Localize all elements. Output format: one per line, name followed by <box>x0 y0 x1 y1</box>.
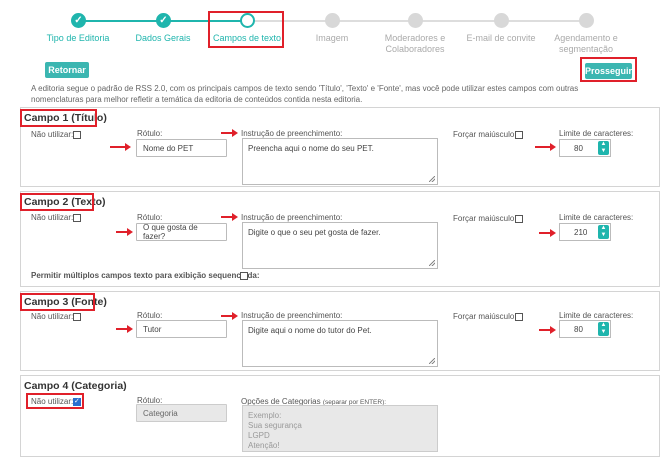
red-arrow-icon <box>116 228 133 236</box>
forcar-label: Forçar maiúsculo: <box>453 214 517 223</box>
rotulo-label: Rótulo: <box>137 311 163 320</box>
instrucao-textarea-2[interactable]: Digite o que o seu pet gosta de fazer. <box>242 222 438 269</box>
red-arrow-icon <box>221 213 238 221</box>
check-icon: ✓ <box>71 13 86 28</box>
highlight-card-title-2 <box>20 193 94 211</box>
limite-label: Limite de caracteres: <box>559 311 634 320</box>
resize-grip-icon[interactable] <box>429 358 435 364</box>
check-icon: ✓ <box>156 13 171 28</box>
step-dot-imagem <box>325 13 340 28</box>
limite-value-2: 210 <box>574 228 588 237</box>
red-arrow-icon <box>116 325 133 333</box>
red-arrow-icon <box>221 312 238 320</box>
nao-utilizar-label: Não utilizar: <box>31 312 74 321</box>
step-label-agendamento: Agendamento e segmentação <box>554 33 618 54</box>
opcoes-textarea[interactable]: Exemplo: Sua segurança LGPD Atenção! <box>242 405 438 452</box>
limite-input-2[interactable]: 210 ▲ ▼ <box>559 223 611 241</box>
limite-input-3[interactable]: 80 ▲ ▼ <box>559 320 611 338</box>
nao-utilizar-checkbox-2[interactable] <box>73 214 81 222</box>
step-label-email: E-mail de convite <box>466 33 536 43</box>
instrucao-textarea-1[interactable]: Preencha aqui o nome do seu PET. <box>242 138 438 185</box>
highlight-card-title-3 <box>20 293 95 311</box>
instrucao-text-1: Preencha aqui o nome do seu PET. <box>248 144 374 153</box>
red-arrow-icon <box>539 229 556 237</box>
red-arrow-icon <box>539 326 556 334</box>
step-dot-agendamento <box>579 13 594 28</box>
multiplos-checkbox[interactable] <box>240 272 248 280</box>
highlight-current-step <box>208 11 284 48</box>
back-button[interactable]: Retornar <box>45 62 89 78</box>
limite-label: Limite de caracteres: <box>559 129 634 138</box>
nao-utilizar-label: Não utilizar: <box>31 130 74 139</box>
instrucao-text-2: Digite o que o seu pet gosta de fazer. <box>248 228 381 237</box>
instrucao-textarea-3[interactable]: Digite aqui o nome do tutor do Pet. <box>242 320 438 367</box>
resize-grip-icon[interactable] <box>429 260 435 266</box>
step-dot-moderadores <box>408 13 423 28</box>
intro-text: A editoria segue o padrão de RSS 2.0, co… <box>31 84 579 104</box>
step-label-tipo[interactable]: Tipo de Editoria <box>33 33 123 44</box>
rotulo-input-3[interactable]: Tutor <box>136 320 227 338</box>
highlight-card-title-1 <box>20 109 97 127</box>
step-label-imagem: Imagem <box>315 33 349 43</box>
rotulo-input-2[interactable]: O que gosta de fazer? <box>136 223 227 241</box>
resize-grip-icon[interactable] <box>429 176 435 182</box>
nao-utilizar-checkbox-3[interactable] <box>73 313 81 321</box>
rotulo-label: Rótulo: <box>137 129 163 138</box>
step-dot-email <box>494 13 509 28</box>
spinner-arrows-icon[interactable]: ▲ ▼ <box>598 225 609 239</box>
forcar-label: Forçar maiúsculo: <box>453 312 517 321</box>
red-arrow-icon <box>110 143 131 151</box>
highlight-next-button <box>580 57 637 82</box>
instrucao-text-3: Digite aqui o nome do tutor do Pet. <box>248 326 372 335</box>
instrucao-label: Instrução de preenchimento: <box>241 213 343 222</box>
rotulo-input-1[interactable]: Nome do PET <box>136 139 227 157</box>
rotulo-input-4[interactable]: Categoria <box>136 404 227 422</box>
spinner-arrows-icon[interactable]: ▲ ▼ <box>598 141 609 155</box>
nao-utilizar-label: Não utilizar: <box>31 213 74 222</box>
limite-label: Limite de caracteres: <box>559 213 634 222</box>
limite-value-1: 80 <box>574 144 583 153</box>
multiplos-label: Permitir múltiplos campos texto para exi… <box>31 271 260 280</box>
forcar-checkbox-3[interactable] <box>515 313 523 321</box>
red-arrow-icon <box>221 129 238 137</box>
limite-value-3: 80 <box>574 325 583 334</box>
red-arrow-icon <box>535 143 556 151</box>
forcar-checkbox-2[interactable] <box>515 215 523 223</box>
forcar-checkbox-1[interactable] <box>515 131 523 139</box>
step-label-dados[interactable]: Dados Gerais <box>118 33 208 44</box>
highlight-nao-utilizar-4 <box>26 393 84 409</box>
nao-utilizar-checkbox-1[interactable] <box>73 131 81 139</box>
rotulo-label: Rótulo: <box>137 213 163 222</box>
forcar-label: Forçar maiúsculo: <box>453 130 517 139</box>
instrucao-label: Instrução de preenchimento: <box>241 311 343 320</box>
limite-input-1[interactable]: 80 ▲ ▼ <box>559 139 611 157</box>
step-label-moderadores: Moderadores e Colaboradores <box>384 33 446 54</box>
card-title-4: Campo 4 (Categoria) <box>24 380 127 392</box>
spinner-arrows-icon[interactable]: ▲ ▼ <box>598 322 609 336</box>
instrucao-label: Instrução de preenchimento: <box>241 129 343 138</box>
